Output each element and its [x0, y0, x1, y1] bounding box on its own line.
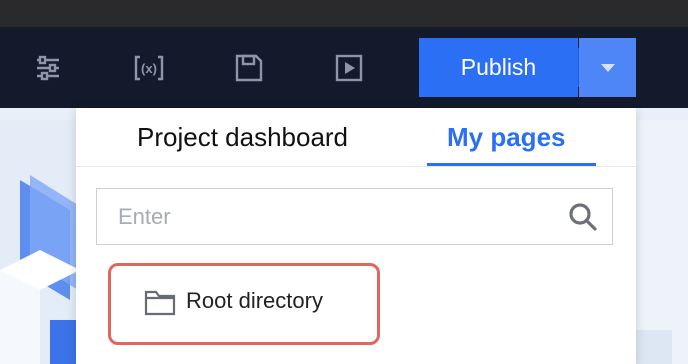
active-tab-indicator [427, 163, 596, 166]
folder-icon [144, 288, 176, 316]
publish-button[interactable]: Publish [419, 38, 578, 97]
canvas-illustration-left [0, 120, 80, 364]
editor-toolbar: (x) Publish [0, 27, 688, 108]
canvas-illustration-right [632, 120, 688, 364]
chevron-down-icon [601, 64, 615, 72]
tree-item-label: Root directory [186, 288, 323, 313]
settings-sliders-icon[interactable] [32, 52, 64, 84]
publish-button-group: Publish [419, 38, 636, 97]
tab-my-pages[interactable]: My pages [447, 122, 566, 153]
page-search [96, 188, 613, 245]
tree-item-root-directory[interactable]: Root directory [108, 263, 380, 345]
illustration-graphic-right [632, 120, 688, 364]
publish-dropdown-toggle[interactable] [579, 38, 636, 97]
save-icon[interactable] [233, 52, 265, 84]
page-selector-dropdown: Project dashboard My pages Root director… [76, 108, 636, 364]
tab-project-dashboard[interactable]: Project dashboard [137, 122, 348, 153]
search-input[interactable] [97, 189, 557, 244]
search-icon[interactable] [567, 201, 599, 233]
dropdown-tabs: Project dashboard My pages [76, 108, 636, 167]
preview-play-icon[interactable] [333, 52, 365, 84]
window-top-strip [0, 0, 688, 27]
svg-text:(x): (x) [141, 61, 157, 76]
illustration-graphic [0, 120, 80, 364]
variables-icon[interactable]: (x) [133, 52, 165, 84]
